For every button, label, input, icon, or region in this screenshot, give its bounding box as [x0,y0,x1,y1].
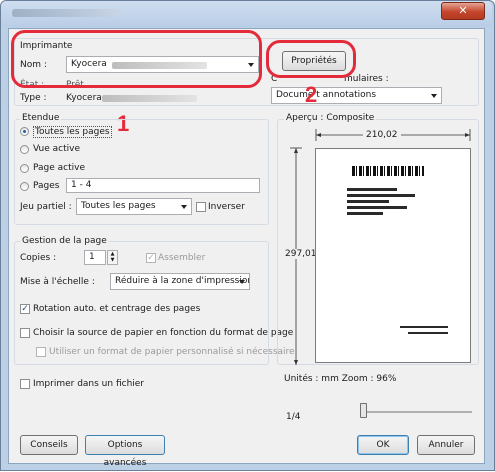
chevron-down-icon [239,280,245,284]
close-button[interactable]: ✕ [441,2,485,20]
preview-height-value: 297,01 [285,249,317,259]
page-handling-label: Gestion de la page [20,236,109,246]
choose-paper-source-checkbox[interactable] [20,328,30,338]
scaling-label: Mise à l'échelle : [20,277,95,287]
preview-label: Aperçu : Composite [284,113,377,123]
print-to-file-checkbox[interactable] [20,379,30,389]
preview-text-line [347,188,397,191]
radio-all-pages-label[interactable]: Toutes les pages [33,126,112,138]
custom-paper-size-checkbox[interactable] [36,347,46,357]
copies-input[interactable]: 1 [84,250,106,265]
radio-current-view-label[interactable]: Vue active [33,144,80,154]
radio-pages[interactable] [20,182,29,191]
range-group-label: Etendue [20,113,62,123]
print-to-file-label: Imprimer dans un fichier [33,379,145,389]
spin-down-icon: ▼ [110,257,115,263]
callout-ring-properties [266,40,356,78]
subset-value: Toutes les pages [81,201,156,211]
preview-text-line [347,212,383,215]
scaling-value: Réduire à la zone d'impression [115,276,250,286]
subset-select[interactable]: Toutes les pages [76,198,192,215]
collate-checkbox[interactable]: ✓ [146,253,156,263]
chevron-down-icon [431,94,437,98]
radio-all-pages[interactable] [20,127,29,136]
preview-text-line [347,200,389,203]
comments-forms-label-end: mulaires : [344,74,389,84]
printer-type-label: Type : [20,93,47,103]
radio-current-page-label[interactable]: Page active [33,163,85,173]
cancel-button[interactable]: Annuler [417,435,475,455]
printer-type-blurred [102,95,197,102]
comments-forms-select[interactable]: Docume t annotations [271,87,442,104]
preview-text-line [347,194,415,197]
ok-button[interactable]: OK [357,435,409,455]
close-icon: ✕ [458,4,468,17]
page-slider-thumb[interactable] [360,403,367,418]
pages-input[interactable]: 1 - 4 [66,178,260,193]
callout-ring-printer [11,30,262,88]
callout-number-2: 2 [305,82,318,107]
tips-button[interactable]: Conseils [20,435,78,455]
reverse-label: Inverser [208,202,245,212]
subset-label: Jeu partiel : [20,202,72,212]
units-zoom-text: Unités : mm Zoom : 96% [284,374,397,384]
printer-type-value: Kyocera [66,93,102,103]
advanced-options-button[interactable]: Options avancées [85,435,165,468]
comments-forms-value: Docume t annotations [276,90,377,100]
autorotate-label: Rotation auto. et centrage des pages [33,304,201,314]
page-indicator: 1/4 [286,412,301,422]
radio-current-view[interactable] [20,145,29,154]
custom-paper-size-label: Utiliser un format de papier personnalis… [49,347,295,357]
preview-page [315,148,471,363]
preview-text-line [408,332,448,334]
choose-paper-source-label: Choisir la source de papier en fonction … [33,328,294,338]
copies-spinner[interactable]: ▲ ▼ [107,250,118,265]
window-title-blurred [12,9,122,17]
page-slider-track[interactable] [362,411,472,413]
chevron-down-icon [181,205,187,209]
reverse-checkbox[interactable] [196,202,206,212]
scaling-select[interactable]: Réduire à la zone d'impression [110,273,250,290]
preview-barcode [352,166,424,176]
copies-label: Copies : [20,253,57,263]
preview-width-value: 210,02 [363,130,401,140]
preview-text-line [347,206,407,209]
preview-text-line [400,326,448,328]
collate-label: Assembler [158,253,206,263]
radio-current-page[interactable] [20,164,29,173]
radio-pages-label[interactable]: Pages [33,181,59,191]
autorotate-checkbox[interactable]: ✓ [20,304,30,314]
